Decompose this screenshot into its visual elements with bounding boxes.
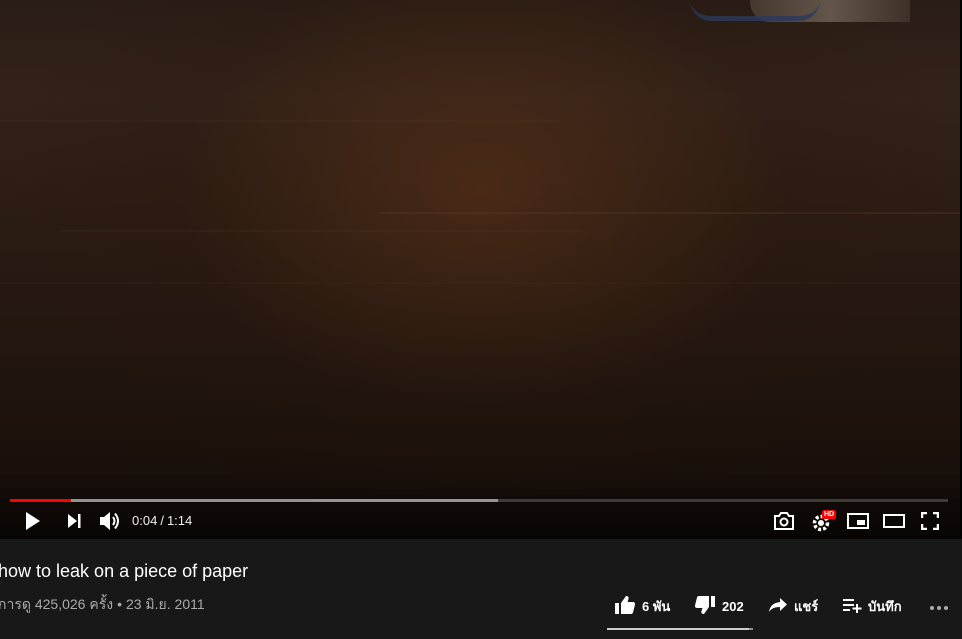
- video-title: how to leak on a piece of paper: [0, 561, 249, 581]
- video-scene-grain: [60, 230, 580, 232]
- video-scene-grain: [380, 212, 960, 214]
- time-separator: /: [160, 513, 164, 528]
- next-button[interactable]: [62, 508, 86, 534]
- video-scene-rope: [690, 0, 820, 21]
- like-button[interactable]: 6 พัน: [614, 594, 670, 618]
- video-scene-grain: [0, 282, 960, 284]
- upload-date: 23 มิ.ย. 2011: [125, 596, 205, 612]
- more-actions-button[interactable]: [928, 597, 950, 617]
- like-ratio-bar: [607, 628, 753, 630]
- video-scene-grain: [0, 120, 560, 122]
- progress-played: [10, 499, 71, 502]
- theater-mode-icon: [883, 514, 905, 528]
- view-count: การดู 425,026 ครั้ง: [0, 596, 114, 612]
- fullscreen-button[interactable]: [917, 508, 943, 534]
- share-button[interactable]: แชร์: [768, 594, 818, 618]
- progress-bar[interactable]: [10, 499, 948, 502]
- miniplayer-icon: [847, 513, 869, 529]
- like-count: 6 พัน: [642, 598, 671, 614]
- screenshot-button[interactable]: [771, 508, 797, 534]
- fullscreen-icon: [921, 512, 939, 530]
- more-horizontal-icon: [929, 598, 949, 616]
- settings-button[interactable]: HD: [810, 508, 837, 534]
- time-display: 0:04/1:14: [132, 513, 192, 528]
- share-icon: [768, 597, 788, 616]
- next-icon: [66, 514, 82, 528]
- thumbs-down-icon: [694, 595, 716, 618]
- video-meta: การดู 425,026 ครั้ง • 23 มิ.ย. 2011: [0, 594, 205, 616]
- duration: 1:14: [166, 513, 193, 528]
- save-button[interactable]: บันทึก: [842, 594, 902, 618]
- play-icon: [25, 512, 41, 530]
- volume-button[interactable]: [97, 508, 123, 534]
- theater-mode-button[interactable]: [881, 508, 907, 534]
- meta-separator: •: [117, 596, 122, 612]
- progress-buffered: [10, 499, 498, 502]
- thumbs-up-icon: [614, 595, 636, 618]
- camera-icon: [773, 512, 795, 530]
- current-time: 0:04: [132, 513, 158, 528]
- add-to-playlist-icon: [842, 597, 862, 616]
- video-frame[interactable]: [0, 0, 960, 539]
- save-label: บันทึก: [868, 598, 902, 614]
- settings-hd-icon: HD: [811, 510, 837, 532]
- volume-icon: [99, 511, 121, 531]
- hd-badge: HD: [822, 510, 837, 519]
- miniplayer-button[interactable]: [845, 508, 871, 534]
- share-label: แชร์: [794, 598, 819, 614]
- dislike-count: 202: [722, 598, 744, 614]
- video-player[interactable]: 0:04/1:14 HD: [0, 0, 962, 539]
- like-ratio-fill: [607, 628, 749, 630]
- play-button[interactable]: [20, 508, 46, 534]
- dislike-button[interactable]: 202: [694, 594, 744, 618]
